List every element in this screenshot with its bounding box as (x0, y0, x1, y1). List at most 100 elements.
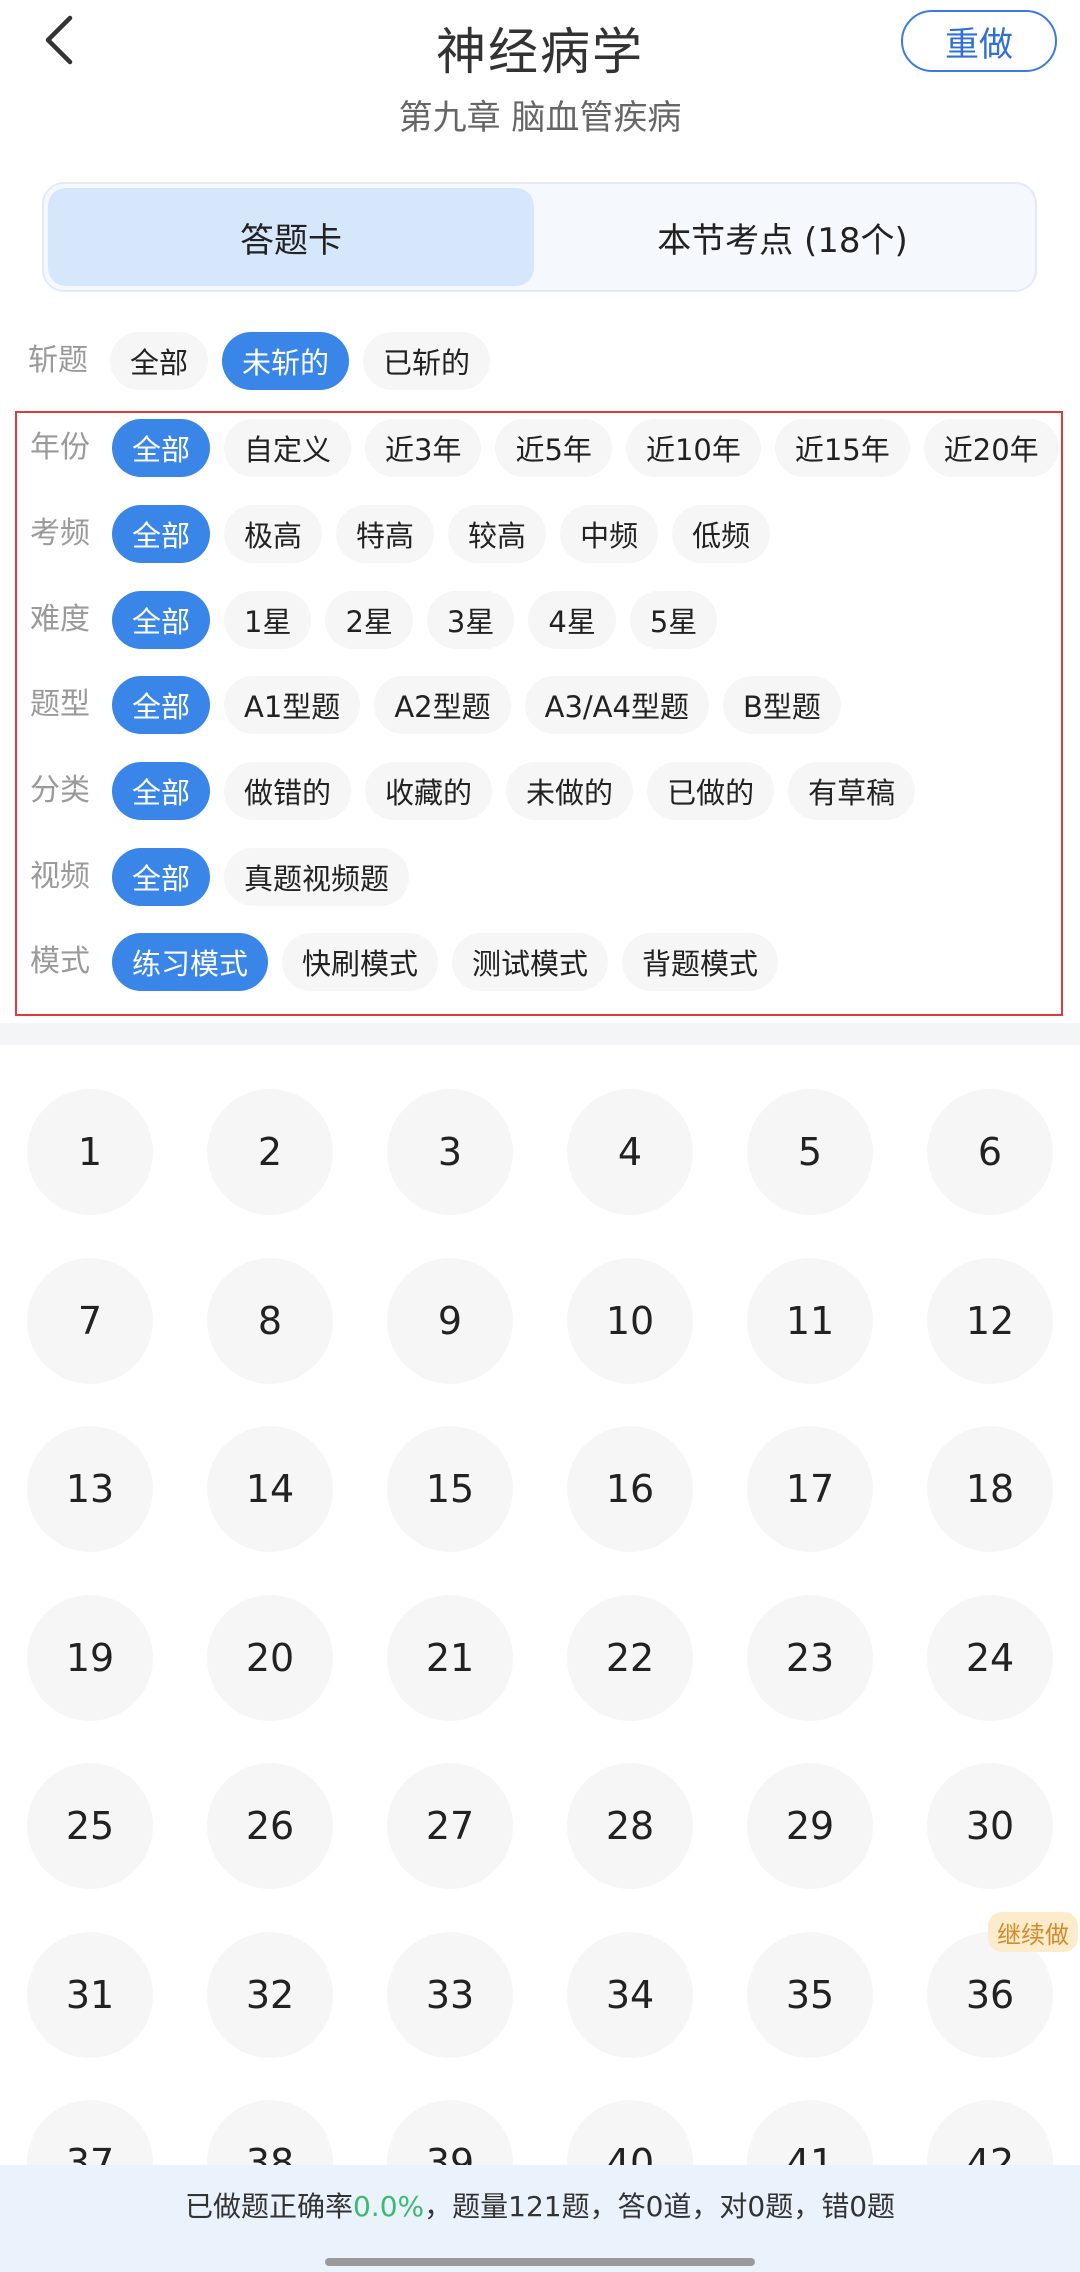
question-number-button[interactable]: 18 (927, 1426, 1053, 1552)
question-number-button[interactable]: 15 (387, 1426, 513, 1552)
question-number-button[interactable]: 34 (567, 1931, 693, 2058)
filter-chip[interactable]: 近3年 (365, 419, 482, 477)
filter-chip[interactable]: 近5年 (495, 419, 612, 477)
question-number-button[interactable]: 42 (927, 2100, 1053, 2165)
filter-chip[interactable]: A1型题 (224, 676, 361, 734)
question-number-button[interactable]: 38 (207, 2100, 333, 2165)
question-number-button[interactable]: 6 (927, 1089, 1053, 1215)
filter-chip[interactable]: 中频 (560, 505, 659, 563)
question-number-button[interactable]: 13 (27, 1426, 153, 1552)
question-number-button[interactable]: 8 (207, 1257, 333, 1384)
filter-chip[interactable]: A3/A4型题 (524, 676, 709, 734)
question-number-button[interactable]: 11 (747, 1257, 873, 1384)
filter-chip[interactable]: 全部 (112, 676, 211, 734)
filter-chip[interactable]: 练习模式 (112, 933, 269, 991)
question-number-button[interactable]: 14 (207, 1426, 333, 1552)
filter-chip[interactable]: 1星 (224, 591, 312, 649)
filter-label: 斩题 (28, 343, 88, 378)
continue-badge[interactable]: 继续做 (988, 1912, 1078, 1952)
filter-row-video: 视频 全部 真题视频题 (17, 847, 1061, 907)
filter-chip[interactable]: 全部 (112, 505, 211, 563)
filter-chip[interactable]: 自定义 (224, 419, 352, 477)
question-number-button[interactable]: 20 (207, 1594, 333, 1721)
filter-chips: 全部 真题视频题 (112, 847, 410, 907)
filter-chip[interactable]: 近10年 (625, 419, 761, 477)
question-number-button[interactable]: 28 (567, 1763, 693, 1889)
filter-chip[interactable]: 全部 (112, 419, 211, 477)
filter-chip[interactable]: 2星 (325, 591, 413, 649)
filter-row-mode: 模式 练习模式 快刷模式 测试模式 背题模式 (17, 932, 1061, 992)
filter-row-category: 分类 全部 做错的 收藏的 未做的 已做的 有草稿 (17, 761, 1061, 821)
filter-chip[interactable]: 3星 (426, 591, 515, 649)
filter-chip[interactable]: 较高 (448, 505, 547, 563)
filter-row-cut: 斩题 全部 未斩的 已斩的 (0, 331, 1080, 391)
question-number-button[interactable]: 2 (207, 1089, 333, 1215)
filter-label: 模式 (30, 944, 90, 979)
question-number-button[interactable]: 7 (27, 1257, 153, 1384)
filter-chip[interactable]: 4星 (528, 591, 616, 649)
question-number-button[interactable]: 31 (27, 1931, 153, 2058)
filter-chips: 全部 极高 特高 较高 中频 低频 (112, 504, 771, 564)
question-number-button[interactable]: 32 (207, 1931, 333, 2058)
filter-chip[interactable]: 快刷模式 (282, 933, 439, 991)
filter-chip[interactable]: 极高 (224, 505, 323, 563)
question-number-button[interactable]: 29 (747, 1763, 873, 1889)
question-number-button[interactable]: 5 (747, 1089, 873, 1215)
filter-chip[interactable]: 全部 (110, 332, 209, 390)
question-number-button[interactable]: 23 (747, 1594, 873, 1721)
filter-chip[interactable]: 未斩的 (222, 332, 350, 390)
filter-chip[interactable]: 背题模式 (622, 933, 779, 991)
filter-chip[interactable]: 特高 (336, 505, 435, 563)
filter-chip[interactable]: 有草稿 (788, 762, 916, 820)
filter-chip[interactable]: B型题 (722, 676, 841, 734)
home-indicator[interactable] (325, 2258, 755, 2266)
header: 神经病学 第九章 脑血管疾病 重做 (0, 0, 1080, 160)
filter-chips: 全部 A1型题 A2型题 A3/A4型题 B型题 (112, 675, 841, 735)
question-number-button[interactable]: 1 (27, 1089, 153, 1215)
tab-answer-card[interactable]: 答题卡 (48, 188, 534, 286)
filter-chip[interactable]: 已做的 (647, 762, 775, 820)
question-number-button[interactable]: 17 (747, 1426, 873, 1552)
filter-chip[interactable]: 低频 (672, 505, 771, 563)
filter-chip[interactable]: 全部 (112, 762, 211, 820)
filter-chips: 全部 1星 2星 3星 4星 5星 (112, 590, 718, 650)
filter-chip[interactable]: 近20年 (923, 419, 1059, 477)
filter-chip[interactable]: 未做的 (506, 762, 634, 820)
question-number-button[interactable]: 27 (387, 1763, 513, 1889)
question-number-button[interactable]: 40 (567, 2100, 693, 2165)
question-number-button[interactable]: 35 (747, 1931, 873, 2058)
filter-label: 考频 (30, 516, 90, 551)
question-number-button[interactable]: 24 (927, 1594, 1053, 1721)
filter-chip[interactable]: 5星 (629, 591, 718, 649)
filter-chip[interactable]: 收藏的 (365, 762, 493, 820)
question-number-button[interactable]: 3 (387, 1089, 513, 1215)
question-number-button[interactable]: 22 (567, 1594, 693, 1721)
question-number-button[interactable]: 4 (567, 1089, 693, 1215)
question-number-button[interactable]: 26 (207, 1763, 333, 1889)
question-number-button[interactable]: 33 (387, 1931, 513, 2058)
question-grid: 1 2 3 4 5 6 7 8 9 10 11 12 13 14 15 16 17 18 19 20 21 22 23 24 2… (0, 1045, 1080, 2165)
filter-chip[interactable]: 全部 (112, 848, 211, 906)
tab-key-points[interactable]: 本节考点 (18个) (534, 188, 1031, 286)
question-number-button[interactable]: 39 (387, 2100, 513, 2165)
question-number-button[interactable]: 12 (927, 1257, 1053, 1384)
question-number-button[interactable]: 21 (387, 1594, 513, 1721)
question-number-button[interactable]: 9 (387, 1257, 513, 1384)
question-number-button[interactable]: 30 (927, 1763, 1053, 1889)
filter-chip[interactable]: 测试模式 (452, 933, 609, 991)
question-number-button[interactable]: 19 (27, 1594, 153, 1721)
filter-label: 题型 (30, 687, 90, 722)
question-number-button[interactable]: 25 (27, 1763, 153, 1889)
filter-chip[interactable]: 真题视频题 (224, 848, 410, 906)
filter-chip[interactable]: 全部 (112, 591, 211, 649)
redo-button[interactable]: 重做 (901, 10, 1057, 72)
question-number-button[interactable]: 10 (567, 1257, 693, 1384)
question-number-button[interactable]: 16 (567, 1426, 693, 1552)
question-number-button[interactable]: 37 (27, 2100, 153, 2165)
chapter-subtitle: 第九章 脑血管疾病 (398, 98, 682, 138)
question-number-button[interactable]: 41 (747, 2100, 873, 2165)
filter-chip[interactable]: 做错的 (224, 762, 352, 820)
filter-chip[interactable]: 近15年 (774, 419, 910, 477)
filter-chip[interactable]: 已斩的 (363, 332, 491, 390)
filter-chip[interactable]: A2型题 (374, 676, 511, 734)
